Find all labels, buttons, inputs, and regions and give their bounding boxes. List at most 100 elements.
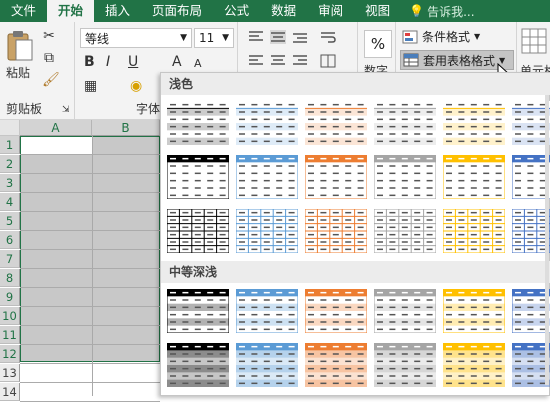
grid-line	[20, 363, 160, 364]
gallery-scrollbar[interactable]	[545, 95, 549, 385]
row-header-3[interactable]: 3	[0, 174, 20, 192]
borders-icon[interactable]: ▦	[84, 78, 97, 94]
grid-line	[20, 344, 160, 345]
row-header-13[interactable]: 13	[0, 364, 20, 382]
grid-line	[92, 136, 93, 396]
grid-line	[20, 325, 160, 326]
table-style-swatch[interactable]	[167, 289, 229, 333]
table-style-swatch[interactable]	[236, 209, 298, 253]
table-style-swatch[interactable]	[236, 289, 298, 333]
table-style-swatch[interactable]	[374, 289, 436, 333]
font-size-value: 11	[199, 31, 215, 45]
row-header-4[interactable]: 4	[0, 193, 20, 211]
tab-formulas[interactable]: 公式	[213, 0, 260, 22]
table-style-swatch[interactable]	[443, 209, 505, 253]
merge-cells-icon[interactable]	[320, 54, 336, 68]
row-header-6[interactable]: 6	[0, 231, 20, 249]
row-header-9[interactable]: 9	[0, 288, 20, 306]
row-header-11[interactable]: 11	[0, 326, 20, 344]
grow-font-button[interactable]: A	[172, 54, 182, 70]
table-style-swatch[interactable]	[443, 289, 505, 333]
align-right-icon[interactable]	[292, 54, 308, 68]
cut-icon[interactable]: ✂	[42, 28, 56, 44]
tell-me-box[interactable]: 💡 告诉我...	[409, 3, 474, 20]
font-name-select[interactable]: 等线 ▼	[80, 28, 192, 48]
table-style-swatch[interactable]	[374, 209, 436, 253]
chevron-down-icon: ▼	[474, 32, 481, 41]
row-header-2[interactable]: 2	[0, 155, 20, 173]
tab-insert[interactable]: 插入	[94, 0, 141, 22]
tab-view[interactable]: 视图	[354, 0, 401, 22]
align-center-icon[interactable]	[270, 54, 286, 68]
table-style-swatch[interactable]	[236, 343, 298, 387]
copy-icon[interactable]: ⧉	[42, 50, 56, 66]
table-style-swatch[interactable]	[305, 209, 367, 253]
row-header-10[interactable]: 10	[0, 307, 20, 325]
table-style-swatch[interactable]	[167, 343, 229, 387]
table-style-swatch[interactable]	[305, 101, 367, 145]
format-as-table-label: 套用表格格式	[423, 53, 496, 68]
row-header-5[interactable]: 5	[0, 212, 20, 230]
table-style-swatch[interactable]	[374, 155, 436, 199]
percent-style-button[interactable]: %	[364, 30, 392, 58]
row-header-8[interactable]: 8	[0, 269, 20, 287]
table-style-swatch[interactable]	[305, 155, 367, 199]
dialog-launcher-icon[interactable]: ⇲	[62, 102, 70, 118]
bold-button[interactable]: B	[84, 54, 95, 70]
tab-file[interactable]: 文件	[0, 0, 47, 22]
align-top-icon[interactable]	[248, 30, 264, 44]
tab-review[interactable]: 审阅	[307, 0, 354, 22]
font-group-label: 字体	[136, 102, 161, 116]
fill-color-icon[interactable]: ◉	[130, 78, 142, 94]
table-style-swatch[interactable]	[167, 209, 229, 253]
grid-line	[20, 287, 160, 288]
table-style-swatch[interactable]	[305, 289, 367, 333]
row-header-1[interactable]: 1	[0, 136, 20, 154]
font-size-select[interactable]: 11 ▼	[194, 28, 234, 48]
ribbon-tabs: 文件 开始 插入 页面布局 公式 数据 审阅 视图 💡 告诉我...	[0, 0, 550, 22]
table-style-swatch[interactable]	[443, 343, 505, 387]
format-painter-icon[interactable]: 🖌	[42, 72, 60, 88]
row-header-7[interactable]: 7	[0, 250, 20, 268]
tab-data[interactable]: 数据	[260, 0, 307, 22]
tab-home[interactable]: 开始	[47, 0, 95, 22]
paste-label: 粘贴	[6, 66, 31, 80]
table-style-swatch[interactable]	[443, 155, 505, 199]
column-header-a[interactable]: A	[20, 120, 92, 136]
column-header-b[interactable]: B	[92, 120, 160, 136]
table-style-swatch[interactable]	[374, 343, 436, 387]
clipboard-icon	[7, 31, 33, 61]
clipboard-group-label: 剪贴板	[6, 102, 43, 116]
table-style-swatch[interactable]	[374, 101, 436, 145]
active-cell[interactable]	[21, 137, 92, 155]
align-left-icon[interactable]	[248, 54, 264, 68]
table-style-swatch[interactable]	[167, 101, 229, 145]
align-bottom-icon[interactable]	[292, 30, 308, 44]
table-style-swatch[interactable]	[236, 155, 298, 199]
tab-page-layout[interactable]: 页面布局	[141, 0, 213, 22]
cell-styles-icon[interactable]	[521, 28, 547, 54]
format-table-icon	[403, 53, 419, 67]
align-middle-icon[interactable]	[270, 30, 286, 44]
table-style-swatch[interactable]	[236, 101, 298, 145]
paste-button[interactable]: 粘贴	[2, 28, 36, 88]
clipboard-group: 粘贴 ✂ ⧉ 🖌 剪贴板 ⇲	[0, 22, 75, 120]
shrink-font-button[interactable]: A	[194, 56, 202, 72]
grid-line	[20, 154, 160, 155]
table-style-swatch[interactable]	[443, 101, 505, 145]
italic-button[interactable]: I	[106, 54, 110, 70]
underline-button[interactable]: U	[128, 54, 138, 70]
table-style-swatch[interactable]	[167, 155, 229, 199]
table-style-swatch[interactable]	[305, 343, 367, 387]
grid-line	[20, 230, 160, 231]
grid-line	[20, 268, 160, 269]
conditional-format-label: 条件格式	[422, 30, 471, 44]
wrap-text-icon[interactable]	[320, 30, 336, 44]
row-header-12[interactable]: 12	[0, 345, 20, 363]
select-all-corner[interactable]	[0, 120, 20, 136]
grid-line	[20, 306, 160, 307]
table-style-gallery: 浅色 中等深浅	[160, 72, 550, 396]
conditional-formatting-button[interactable]: 条件格式 ▼	[402, 28, 480, 45]
row-header-14[interactable]: 14	[0, 383, 20, 401]
lightbulb-icon: 💡	[409, 4, 425, 18]
